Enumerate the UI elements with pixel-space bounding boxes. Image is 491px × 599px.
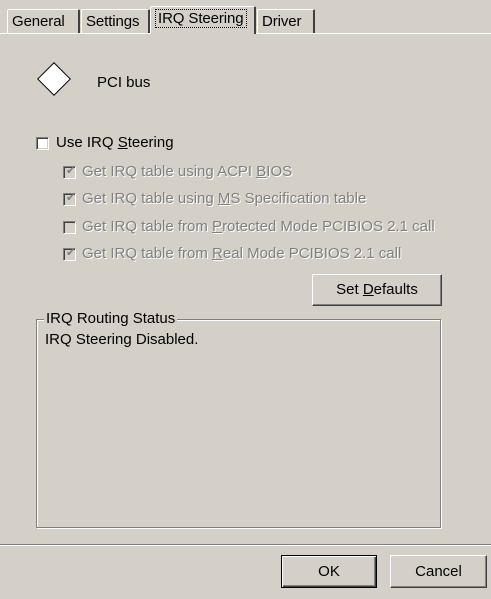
- tab-driver-label: Driver: [262, 13, 302, 30]
- cancel-label: Cancel: [415, 563, 462, 580]
- tab-irq-steering[interactable]: IRQ Steering: [150, 6, 256, 34]
- tab-settings-label: Settings: [86, 13, 140, 30]
- tab-general-label: General: [12, 13, 65, 30]
- tab-general[interactable]: General: [7, 9, 80, 33]
- tab-driver[interactable]: Driver: [257, 9, 315, 33]
- cancel-button[interactable]: Cancel: [390, 555, 487, 588]
- tab-irq-steering-label: IRQ Steering: [155, 9, 247, 28]
- tab-page: [0, 33, 491, 543]
- ok-label: OK: [318, 563, 340, 580]
- divider: [0, 544, 491, 546]
- ok-button[interactable]: OK: [281, 555, 377, 588]
- tab-settings[interactable]: Settings: [81, 9, 150, 33]
